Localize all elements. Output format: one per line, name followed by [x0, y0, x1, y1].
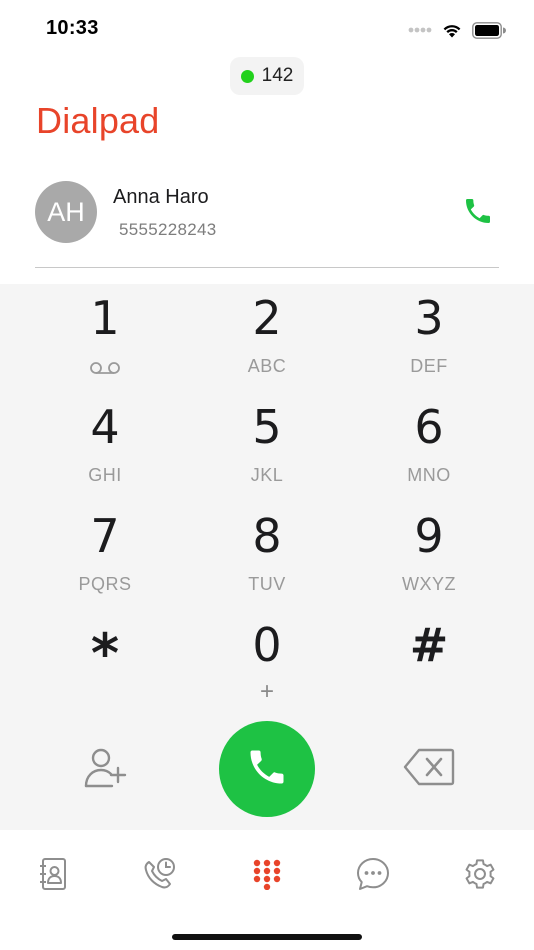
contact-suggestion[interactable]: AH Anna Haro 5555228243 — [35, 180, 499, 246]
keypad: 1 2 ABC 3 DEF 4 GHI 5 JKL 6 MNO 7 PQRS 8… — [0, 284, 534, 830]
key-6[interactable]: 6 MNO — [354, 393, 504, 497]
contact-name: Anna Haro — [113, 186, 209, 208]
key-digit: 1 — [90, 291, 120, 345]
tab-dialpad[interactable] — [247, 856, 287, 896]
key-8[interactable]: 8 TUV — [192, 502, 342, 606]
key-3[interactable]: 3 DEF — [354, 284, 504, 388]
add-contact-button[interactable] — [80, 744, 130, 794]
key-star[interactable]: * — [30, 611, 180, 715]
key-digit: 2 — [252, 291, 282, 345]
key-digit: 5 — [252, 400, 282, 454]
status-icons — [408, 20, 506, 40]
key-digit: 6 — [414, 400, 444, 454]
divider — [35, 267, 499, 268]
key-letters: MNO — [407, 465, 451, 485]
key-2[interactable]: 2 ABC — [192, 284, 342, 388]
key-digit: 4 — [90, 400, 120, 454]
phone-icon — [462, 195, 494, 232]
call-button[interactable] — [219, 721, 315, 817]
battery-icon — [472, 21, 506, 39]
key-7[interactable]: 7 PQRS — [30, 502, 180, 606]
key-digit: 0 — [252, 618, 282, 672]
key-5[interactable]: 5 JKL — [192, 393, 342, 497]
tab-recent-calls[interactable] — [139, 856, 179, 896]
key-letters: + — [259, 678, 274, 705]
tab-contacts[interactable] — [33, 856, 73, 896]
key-hash[interactable]: # — [354, 611, 504, 715]
contact-call-button[interactable] — [461, 196, 495, 230]
status-time: 10:33 — [46, 17, 99, 39]
recent-calls-icon — [141, 856, 177, 897]
key-digit: 7 — [90, 509, 120, 563]
home-indicator — [172, 934, 362, 940]
key-letters: GHI — [88, 465, 122, 485]
extension-number: 142 — [261, 65, 294, 86]
key-letters: WXYZ — [402, 574, 456, 594]
extension-status-pill[interactable]: 142 — [230, 57, 304, 95]
tab-settings[interactable] — [460, 856, 500, 896]
phone-icon — [245, 745, 289, 794]
key-digit: 3 — [414, 291, 444, 345]
key-9[interactable]: 9 WXYZ — [354, 502, 504, 606]
tab-bar — [0, 830, 534, 950]
key-letters: PQRS — [78, 574, 132, 594]
key-letters: DEF — [410, 356, 448, 376]
key-0[interactable]: 0 + — [192, 611, 342, 715]
key-digit: # — [409, 618, 449, 672]
key-letters: ABC — [247, 356, 287, 376]
key-4[interactable]: 4 GHI — [30, 393, 180, 497]
chat-icon — [355, 856, 391, 897]
status-bar: 10:33 — [0, 0, 534, 58]
settings-icon — [463, 857, 497, 896]
key-letters: JKL — [250, 465, 284, 485]
tab-chat[interactable] — [353, 856, 393, 896]
backspace-button[interactable] — [402, 746, 456, 792]
contacts-icon — [37, 857, 69, 896]
page-title: Dialpad — [36, 100, 160, 141]
key-digit: 9 — [414, 509, 444, 563]
voicemail-icon — [89, 357, 121, 379]
signal-dots-icon — [408, 27, 432, 33]
key-letters: TUV — [248, 574, 286, 594]
key-digit: 8 — [252, 509, 282, 563]
add-contact-icon — [82, 744, 128, 795]
online-status-dot — [240, 69, 254, 83]
dialpad-icon — [251, 858, 283, 895]
wifi-icon — [442, 22, 462, 38]
key-digit: * — [90, 622, 120, 685]
key-1[interactable]: 1 — [30, 284, 180, 388]
contact-number: 5555228243 — [119, 220, 217, 239]
avatar: AH — [35, 181, 97, 243]
backspace-icon — [403, 747, 455, 792]
